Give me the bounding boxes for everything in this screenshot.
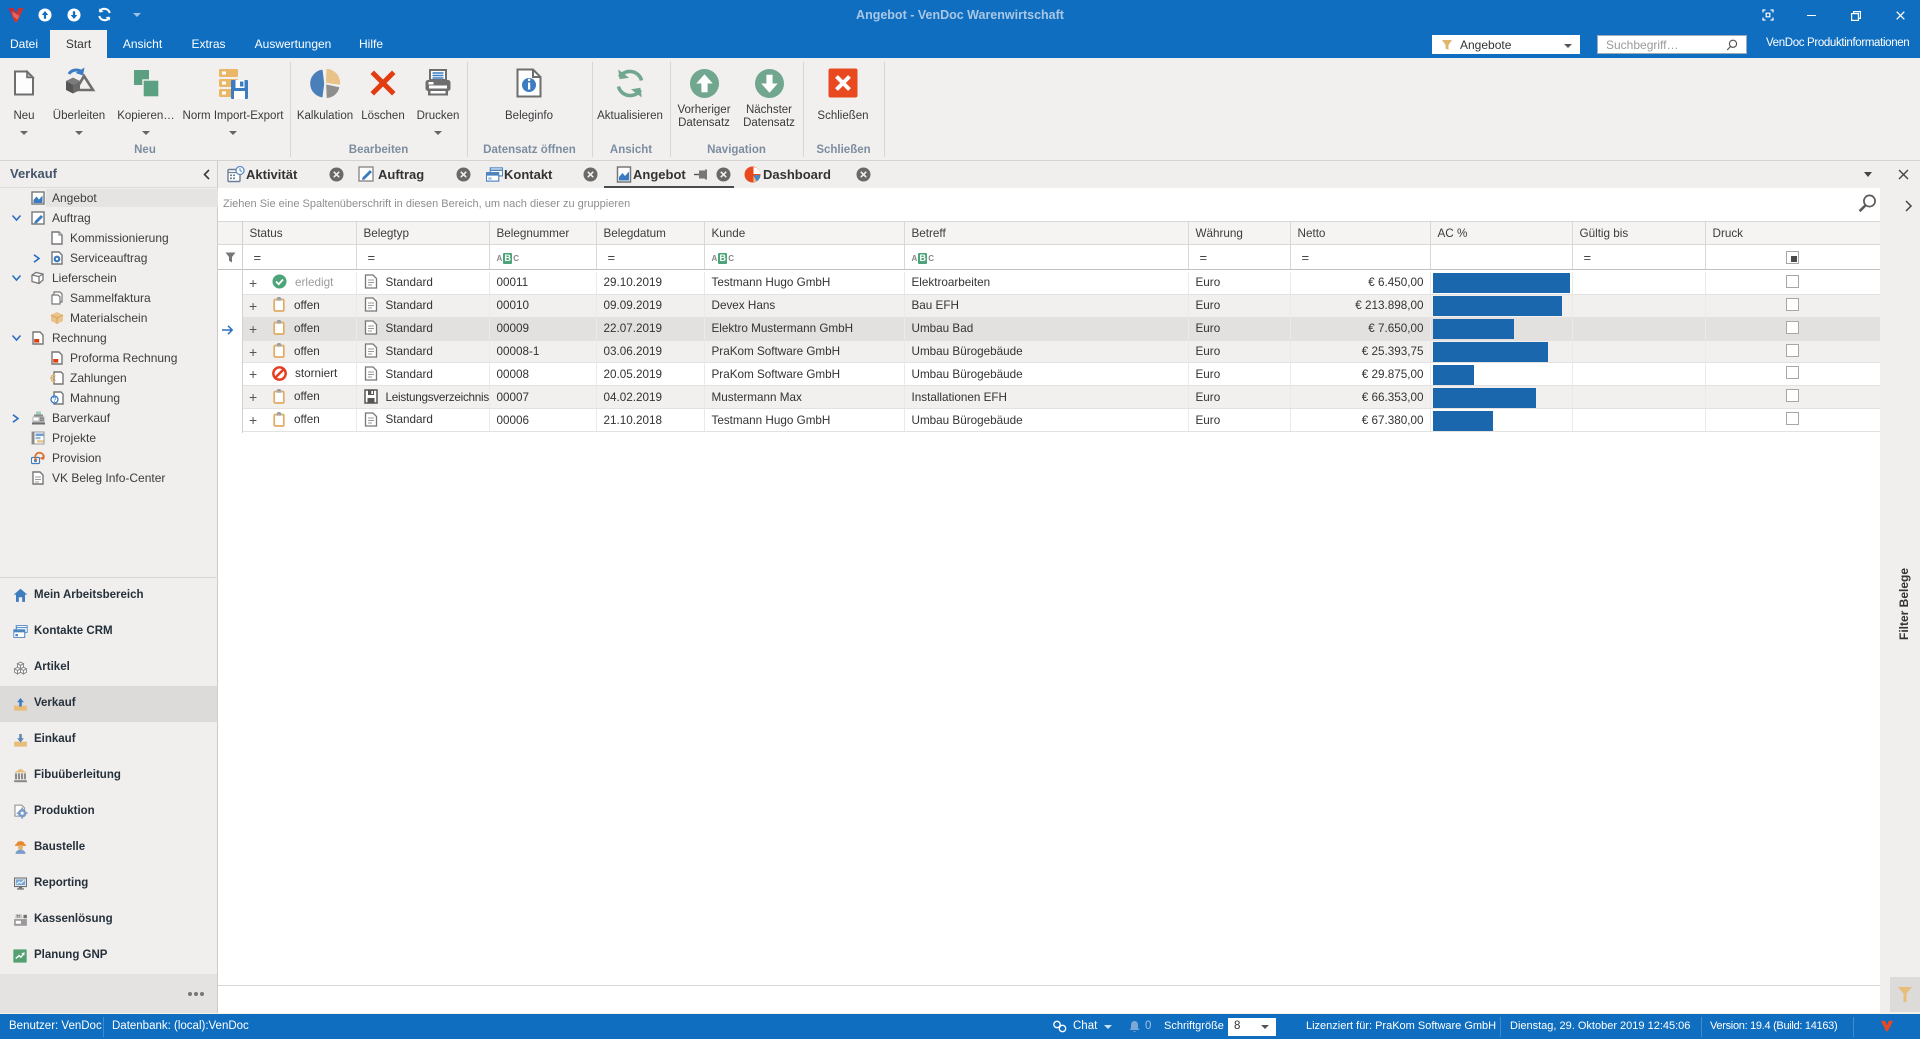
svg-text:€: € <box>50 373 56 385</box>
svg-text:?: ? <box>53 397 57 404</box>
